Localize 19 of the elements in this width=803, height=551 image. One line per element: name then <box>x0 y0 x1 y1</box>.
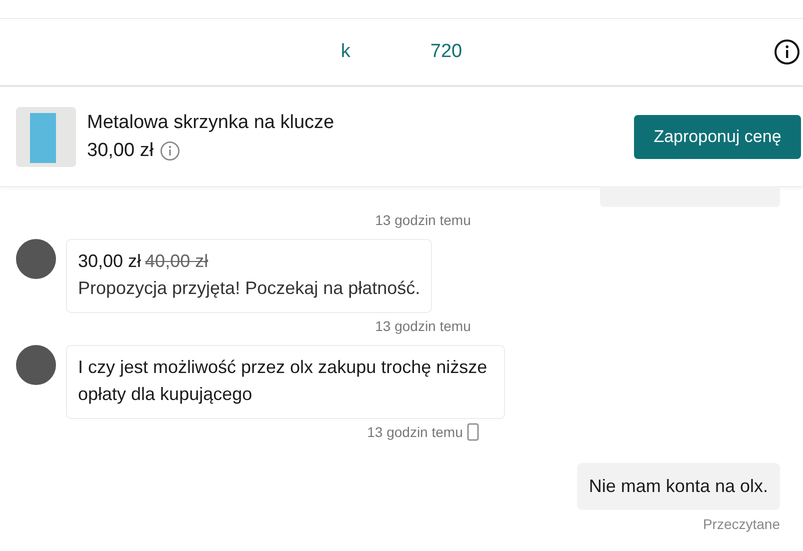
product-photo[interactable] <box>16 106 76 166</box>
phone-icon <box>466 423 479 441</box>
message-time: 13 godzin temu <box>375 212 471 228</box>
offer-price: 30,00 zł <box>78 250 142 273</box>
message-bubble: I czy jest możliwość przez olx zakupu trochę niższe opłaty dla kupującego <box>66 345 505 419</box>
product-price: 30,00 zł <box>87 140 154 162</box>
info-icon[interactable] <box>774 39 800 65</box>
user-name: k <box>340 41 350 63</box>
make-offer-button[interactable]: Zaproponuj cenę <box>634 114 801 158</box>
message-time: 13 godzin temu <box>375 318 471 334</box>
avatar <box>16 239 56 279</box>
user-name: 720 <box>430 41 462 63</box>
message-time: 13 godzin temu <box>367 424 463 440</box>
read-status: Przeczytane <box>702 516 780 532</box>
message-bubble: Nie mam konta na olx. <box>576 463 780 510</box>
old-price: 40,00 zł <box>145 250 208 273</box>
avatar <box>16 345 56 385</box>
product-title: Metalowa skrzynka na klucze <box>87 112 336 134</box>
message-text: Propozycja przyjęta! Poczekaj na płatność. <box>78 278 420 298</box>
